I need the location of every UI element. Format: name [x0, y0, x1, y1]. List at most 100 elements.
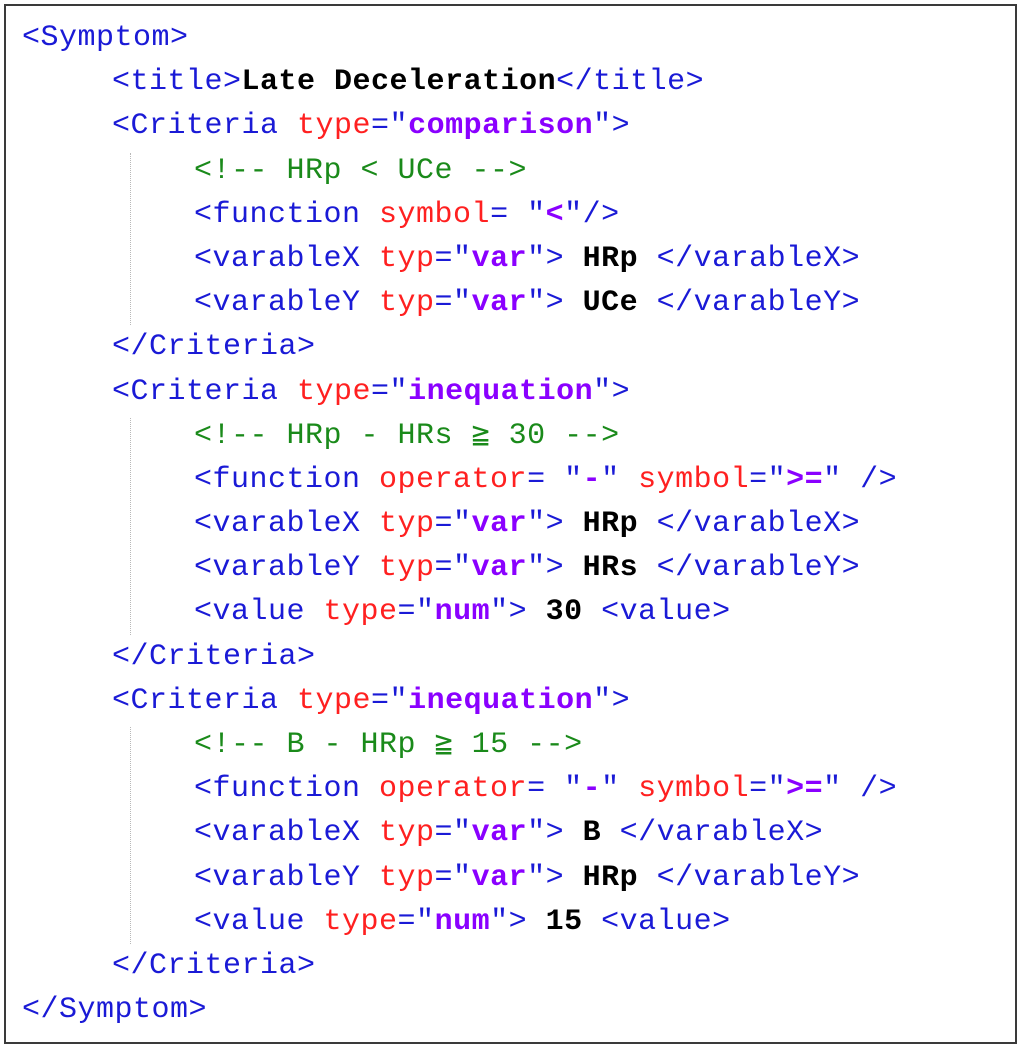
code-token-tag: <value — [194, 904, 324, 939]
code-token-comment: <!-- B - HRp ≧ 15 --> — [194, 728, 583, 762]
code-token-value: var — [471, 286, 528, 321]
code-token-tag: <value> — [582, 595, 731, 630]
code-token-tag: = " — [490, 197, 546, 232]
code-token-attr: typ — [379, 860, 435, 895]
code-token-tag: "> — [527, 241, 583, 276]
code-token-attr: symbol — [638, 772, 750, 807]
code-token-comment: <!-- HRp - HRs ≧ 30 --> — [194, 418, 620, 453]
code-token-tag: =" — [371, 109, 409, 144]
code-line: </Criteria> — [22, 944, 897, 988]
code-token-tag: "/> — [564, 197, 620, 232]
code-token-tag: <varableX — [194, 816, 380, 851]
code-line: </Criteria> — [22, 635, 897, 679]
code-token-tag: "> — [527, 816, 583, 851]
code-token-tag: "> — [527, 551, 583, 586]
code-token-attr: typ — [379, 241, 435, 276]
code-token-tag: "> — [527, 860, 583, 895]
code-token-value: inequation — [408, 683, 594, 718]
code-token-tag: =" — [371, 374, 409, 409]
code-token-value: num — [434, 904, 491, 939]
code-token-text: UCe — [582, 286, 639, 321]
code-listing: <Symptom> <title>Late Deceleration</title… — [22, 16, 897, 1032]
code-token-attr: symbol — [379, 197, 491, 232]
code-line: <varableY typ="var"> HRs </varableY> — [22, 546, 897, 590]
code-token-comment: <!-- HRp < UCe --> — [194, 153, 528, 188]
code-token-value: num — [434, 595, 491, 630]
code-line: <varableY typ="var"> HRp </varableY> — [22, 856, 897, 900]
code-token-text: HRp — [582, 241, 639, 276]
code-token-value: var — [471, 241, 528, 276]
code-line: <Criteria type="inequation"> — [22, 679, 897, 723]
code-line: <varableY typ="var"> UCe </varableY> — [22, 281, 897, 325]
code-line: <function symbol= "<"/> — [22, 193, 897, 237]
code-token-tag: </varableY> — [638, 286, 861, 321]
code-token-text: HRp — [582, 507, 639, 542]
code-token-text: HRp — [582, 860, 639, 895]
code-line: <function operator= "-" symbol=">=" /> — [22, 458, 897, 502]
code-token-tag: " /> — [823, 772, 898, 807]
code-token-tag: <function — [194, 772, 380, 807]
code-token-tag: <Criteria — [112, 683, 298, 718]
indent-guide — [130, 727, 131, 945]
code-token-value: var — [471, 507, 528, 542]
code-token-value: - — [582, 772, 602, 807]
code-token-attr: type — [297, 374, 372, 409]
code-line: <!-- B - HRp ≧ 15 --> — [22, 723, 897, 767]
code-line: <varableX typ="var"> HRp </varableX> — [22, 502, 897, 546]
code-line: <Criteria type="inequation"> — [22, 370, 897, 414]
code-token-tag: " — [601, 772, 639, 807]
code-token-value: var — [471, 860, 528, 895]
code-token-tag: </varableX> — [638, 507, 861, 542]
code-line: <value type="num"> 30 <value> — [22, 590, 897, 634]
code-token-tag: =" — [434, 816, 472, 851]
code-token-tag: " /> — [823, 462, 898, 497]
code-line: <varableX typ="var"> HRp </varableX> — [22, 237, 897, 281]
code-token-tag: "> — [593, 374, 631, 409]
code-line: <Symptom> — [22, 16, 897, 60]
code-line: </Criteria> — [22, 325, 897, 369]
code-token-tag: =" — [397, 904, 435, 939]
code-token-text: B — [582, 816, 602, 851]
code-token-value: var — [471, 551, 528, 586]
code-token-tag: "> — [527, 286, 583, 321]
code-line: <function operator= "-" symbol=">=" /> — [22, 767, 897, 811]
code-token-tag: <varableY — [194, 860, 380, 895]
code-line: </Symptom> — [22, 988, 897, 1032]
code-token-tag: " — [601, 462, 639, 497]
code-token-text: HRs — [582, 551, 639, 586]
code-line: <!-- HRp < UCe --> — [22, 149, 897, 193]
code-token-tag: =" — [434, 860, 472, 895]
code-token-tag: =" — [434, 551, 472, 586]
code-token-tag: <Criteria — [112, 374, 298, 409]
code-token-attr: type — [297, 683, 372, 718]
code-token-tag: =" — [749, 462, 787, 497]
code-token-tag: </Criteria> — [112, 639, 316, 674]
code-token-tag: <value> — [582, 904, 731, 939]
code-token-attr: type — [323, 595, 398, 630]
code-token-tag: <title> — [112, 65, 242, 100]
code-token-tag: "> — [490, 595, 546, 630]
code-token-tag: </varableY> — [638, 551, 861, 586]
code-token-value: >= — [786, 772, 824, 807]
code-token-tag: </Criteria> — [112, 330, 316, 365]
code-token-attr: typ — [379, 816, 435, 851]
code-token-value: < — [545, 197, 565, 232]
code-token-tag: "> — [527, 507, 583, 542]
code-token-tag: </title> — [556, 65, 705, 100]
code-token-attr: symbol — [638, 462, 750, 497]
code-token-value: >= — [786, 462, 824, 497]
code-line: <Criteria type="comparison"> — [22, 104, 897, 148]
code-token-tag: <varableX — [194, 241, 380, 276]
indent-guide — [130, 417, 131, 635]
code-line: <value type="num"> 15 <value> — [22, 900, 897, 944]
code-token-tag: <varableX — [194, 507, 380, 542]
code-token-tag: </Symptom> — [22, 993, 208, 1028]
code-token-tag: =" — [749, 772, 787, 807]
code-token-tag: </Criteria> — [112, 948, 316, 983]
code-token-tag: </varableY> — [638, 860, 861, 895]
code-token-tag: <function — [194, 462, 380, 497]
code-token-text: Late Deceleration — [241, 65, 557, 100]
code-token-tag: =" — [434, 286, 472, 321]
code-token-tag: =" — [371, 683, 409, 718]
code-token-attr: typ — [379, 286, 435, 321]
